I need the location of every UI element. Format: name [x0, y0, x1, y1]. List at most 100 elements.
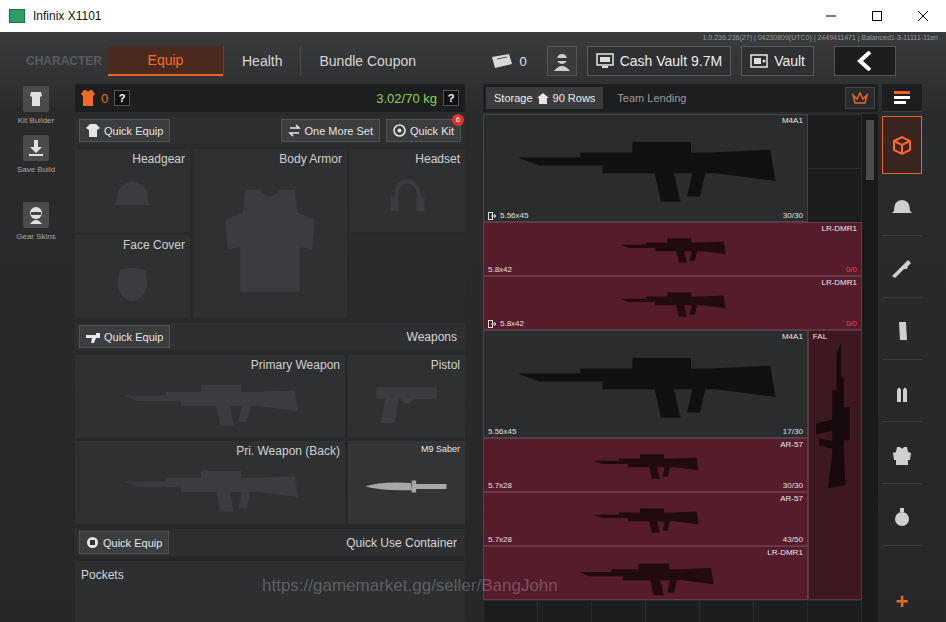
sidebar-item[interactable]: Kit Builder — [3, 86, 69, 125]
rows-count: 90 Rows — [553, 92, 596, 104]
action-button[interactable]: Quick Equip — [79, 119, 170, 142]
action-label: One More Set — [305, 125, 373, 137]
operator-button[interactable] — [547, 46, 577, 76]
section-title: Quick Use Container — [346, 536, 461, 550]
nav-tab[interactable]: Equip — [108, 46, 223, 76]
nav-tab[interactable]: Bundle Coupon — [300, 46, 434, 76]
storage-tabs: Storage90 Rows Team Lending — [483, 84, 878, 112]
close-icon — [918, 11, 928, 21]
storage-item[interactable]: AR-57 5.7x28 43/50 — [483, 492, 808, 546]
armor-help-button[interactable]: ? — [114, 90, 130, 106]
weapon-icon — [488, 449, 803, 481]
ammo-icon — [891, 382, 913, 404]
ammo-count: 43/50 — [783, 535, 803, 544]
storage-item[interactable]: M4A1 5.56x4530/30 — [483, 114, 808, 222]
sidebar-item[interactable]: Gear Skins — [3, 202, 69, 241]
item-name: LR-DMR1 — [821, 278, 857, 287]
weight-value: 3.02/70 kg — [376, 91, 437, 106]
storage-grid: M4A1 5.56x4530/30 LR-DMR1 5.8x420/0 LR-DMR1 5… — [483, 114, 862, 622]
sidebar-icon-box — [23, 202, 49, 228]
item-name: M4A1 — [782, 116, 803, 125]
section-title: CHARACTER — [26, 54, 102, 68]
action-button[interactable]: One More Set — [281, 119, 380, 142]
slot-label: Face Cover — [80, 238, 185, 252]
rifle-small-icon — [86, 331, 100, 343]
item-name: AR-57 — [780, 494, 803, 503]
action-label: Quick Kit — [410, 125, 454, 137]
item-header: M4A1 — [488, 116, 803, 125]
armor-class-value: 0 — [101, 91, 108, 106]
nav-tab[interactable]: Health — [223, 46, 300, 76]
storage-tab[interactable]: Team Lending — [609, 87, 694, 109]
category-button[interactable] — [882, 364, 922, 422]
armor-icon — [891, 444, 913, 466]
weapon-slot[interactable]: Pri. Weapon (Back) — [75, 441, 345, 524]
cash-vault-button[interactable]: Cash Vault 9.7M — [587, 46, 731, 76]
item-footer: 5.56x4517/30 — [488, 427, 803, 436]
category-button[interactable] — [882, 302, 922, 360]
sort-icon — [891, 87, 913, 109]
item-footer: 5.8x420/0 — [488, 319, 857, 328]
vault-button[interactable]: Vault — [741, 46, 814, 76]
weapon-slot[interactable]: M9 Saber — [348, 441, 465, 524]
tab-label: Team Lending — [617, 92, 686, 104]
top-nav: CHARACTER EquipHealthBundle Coupon 0 Cash V… — [0, 43, 946, 79]
storage-item[interactable]: LR-DMR1 5.8x420/0 — [483, 276, 862, 330]
gear-slot[interactable]: Headset — [350, 149, 465, 232]
item-footer: 5.56x4530/30 — [488, 211, 803, 220]
gear-slot[interactable]: Face Cover — [75, 235, 190, 318]
close-button[interactable] — [900, 0, 946, 32]
weapon-icon — [488, 557, 803, 598]
ticket-count: 0 — [519, 54, 526, 69]
storage-panel: Storage90 Rows Team Lending M4A1 5.56x4530/… — [483, 84, 878, 622]
category-button[interactable] — [882, 116, 922, 174]
gear-slot[interactable]: Headgear — [75, 149, 190, 232]
tickets[interactable]: 0 — [491, 54, 526, 69]
scrollbar-thumb[interactable] — [866, 120, 874, 180]
grenade-icon — [891, 506, 913, 528]
category-button[interactable] — [882, 84, 922, 112]
storage-item[interactable]: LR-DMR15.8x420/0 — [483, 222, 862, 276]
gear-slot[interactable]: Body Armor — [193, 149, 347, 318]
category-button[interactable] — [882, 488, 922, 546]
crown-icon — [852, 92, 868, 105]
storage-item[interactable]: FAL — [808, 330, 862, 600]
scrollbar[interactable] — [862, 114, 878, 622]
storage-tab[interactable]: Storage90 Rows — [486, 87, 603, 109]
category-button[interactable] — [882, 426, 922, 484]
pockets-slot[interactable]: Pockets — [75, 561, 465, 622]
quick-equip-button[interactable]: Quick Equip — [79, 531, 169, 554]
ammo-type: 5.8x42 — [488, 265, 512, 274]
weapons-header: Quick EquipWeapons — [75, 323, 465, 350]
item-header: LR-DMR1 — [488, 548, 803, 557]
action-label: Quick Equip — [104, 331, 163, 343]
sort-button[interactable] — [845, 87, 875, 109]
item-header: AR-57 — [488, 440, 803, 449]
add-category-button[interactable]: + — [882, 588, 922, 616]
weapon-slot[interactable]: Primary Weapon — [75, 355, 345, 438]
back-arrow-icon — [857, 51, 873, 71]
weapon-slot[interactable]: Pistol — [348, 355, 465, 438]
storage-item[interactable]: M4A15.56x4517/30 — [483, 330, 808, 438]
helmet-icon — [891, 196, 913, 218]
sidebar-item[interactable]: Save Build — [3, 135, 69, 174]
item-header: FAL — [813, 332, 857, 341]
slot-label: Pri. Weapon (Back) — [80, 444, 340, 458]
ammo-type: 5.7x28 — [488, 535, 512, 544]
storage-item[interactable]: AR-575.7x2830/30 — [483, 438, 808, 492]
minimize-button[interactable] — [808, 0, 854, 32]
slot-label: Primary Weapon — [80, 358, 340, 372]
ammo-count: 30/30 — [783, 211, 803, 220]
quick-equip-button[interactable]: Quick Equip — [79, 325, 170, 348]
ticket-icon — [491, 54, 513, 68]
back-button[interactable] — [834, 46, 896, 76]
category-button[interactable] — [882, 240, 922, 298]
storage-item[interactable]: LR-DMR1 — [483, 546, 808, 600]
loadout-actions: Quick Equip One More Set Quick Kit6 — [75, 117, 465, 144]
action-button[interactable]: Quick Kit6 — [386, 119, 461, 142]
category-button[interactable] — [882, 178, 922, 236]
maximize-button[interactable] — [854, 0, 900, 32]
weapon-slots: Primary Weapon Pistol Pri. Weapon (Back) M9… — [75, 355, 465, 524]
weight-help-button[interactable]: ? — [443, 90, 459, 106]
gear-slots: HeadgearBody ArmorHeadset Face Cover — [75, 149, 465, 318]
